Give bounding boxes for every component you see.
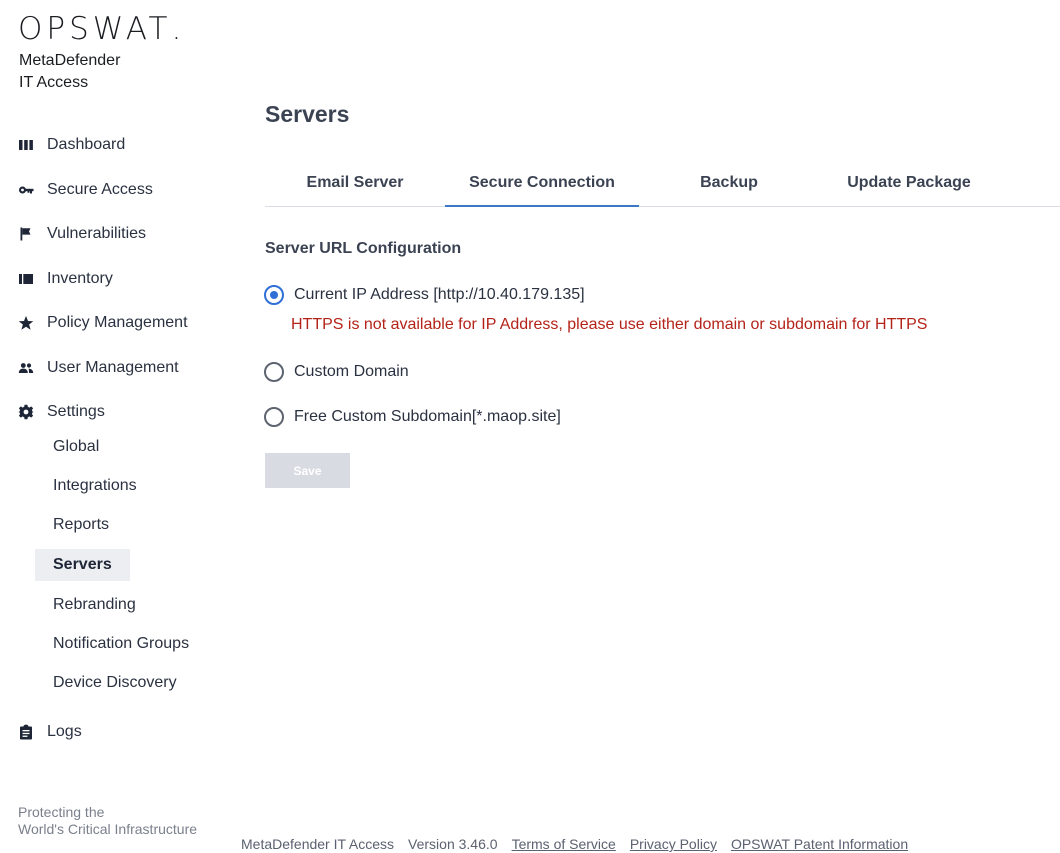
clipboard-icon <box>18 724 34 740</box>
opswat-logo: OPSWAT. <box>18 11 182 47</box>
footer-product: MetaDefender IT Access <box>241 836 395 852</box>
sidebar-item-label: Dashboard <box>47 136 126 153</box>
dashboard-icon <box>18 137 34 153</box>
https-warning: HTTPS is not available for IP Address, p… <box>291 316 928 333</box>
product-name: MetaDefender IT Access <box>19 50 120 94</box>
radio-unchecked-icon[interactable] <box>264 407 284 427</box>
footer-version: Version 3.46.0 <box>408 836 498 852</box>
key-icon <box>18 182 34 198</box>
sidebar-item-label: Vulnerabilities <box>47 225 147 242</box>
tab-backup[interactable]: Backup <box>639 160 819 206</box>
sidebar-item-dashboard[interactable]: Dashboard <box>18 132 125 158</box>
sidebar-subitem-notification-groups[interactable]: Notification Groups <box>35 628 207 660</box>
save-button[interactable]: Save <box>265 453 350 488</box>
sidebar-tagline: Protecting the World's Critical Infrastr… <box>18 804 197 838</box>
patent-information-link[interactable]: OPSWAT Patent Information <box>731 836 908 852</box>
sidebar-subitem-rebranding[interactable]: Rebranding <box>35 589 154 621</box>
option-label: Custom Domain <box>294 363 409 380</box>
tagline-line1: Protecting the <box>18 804 105 820</box>
option-current-ip[interactable]: Current IP Address [http://10.40.179.135… <box>264 285 585 305</box>
footer: MetaDefender IT Access Version 3.46.0 Te… <box>241 836 922 852</box>
sidebar-item-label: User Management <box>47 359 179 376</box>
option-custom-domain[interactable]: Custom Domain <box>264 362 409 382</box>
option-free-subdomain[interactable]: Free Custom Subdomain[*.maop.site] <box>264 407 561 427</box>
radio-checked-icon[interactable] <box>264 285 284 305</box>
sidebar-subitem-integrations[interactable]: Integrations <box>35 470 155 502</box>
users-icon <box>18 360 34 376</box>
sidebar-subitem-servers[interactable]: Servers <box>35 549 130 581</box>
product-name-line2: IT Access <box>19 74 89 91</box>
radio-unchecked-icon[interactable] <box>264 362 284 382</box>
sidebar-item-user-management[interactable]: User Management <box>18 355 179 381</box>
option-label: Current IP Address [http://10.40.179.135… <box>294 286 585 303</box>
tab-secure-connection[interactable]: Secure Connection <box>445 160 639 207</box>
sidebar-item-policy-management[interactable]: Policy Management <box>18 310 188 336</box>
privacy-policy-link[interactable]: Privacy Policy <box>630 836 717 852</box>
product-name-line1: MetaDefender <box>19 52 121 69</box>
sidebar-item-secure-access[interactable]: Secure Access <box>18 177 153 203</box>
sidebar-item-settings[interactable]: Settings <box>18 399 105 425</box>
sidebar-item-label: Policy Management <box>47 314 188 331</box>
star-icon <box>18 315 34 331</box>
sidebar-subitem-reports[interactable]: Reports <box>35 509 127 541</box>
sidebar-item-label: Settings <box>47 403 105 420</box>
tagline-line2: World's Critical Infrastructure <box>18 821 198 837</box>
inventory-icon <box>18 271 34 287</box>
sidebar-item-label: Secure Access <box>47 181 153 198</box>
sidebar-item-label: Logs <box>47 723 82 740</box>
tab-update-package[interactable]: Update Package <box>819 160 999 206</box>
sidebar-item-inventory[interactable]: Inventory <box>18 266 113 292</box>
terms-of-service-link[interactable]: Terms of Service <box>512 836 616 852</box>
sidebar-subitem-device-discovery[interactable]: Device Discovery <box>35 667 195 699</box>
page-title: Servers <box>265 101 350 127</box>
sidebar-subitem-global[interactable]: Global <box>35 431 117 463</box>
flag-icon <box>18 226 34 242</box>
option-label: Free Custom Subdomain[*.maop.site] <box>294 408 561 425</box>
tab-bar: Email Server Secure Connection Backup Up… <box>265 160 1060 207</box>
sidebar-item-label: Inventory <box>47 270 113 287</box>
section-title: Server URL Configuration <box>265 240 462 257</box>
sidebar-item-logs[interactable]: Logs <box>18 719 82 745</box>
tab-email-server[interactable]: Email Server <box>265 160 445 206</box>
gear-icon <box>18 404 34 420</box>
sidebar-item-vulnerabilities[interactable]: Vulnerabilities <box>18 221 146 247</box>
